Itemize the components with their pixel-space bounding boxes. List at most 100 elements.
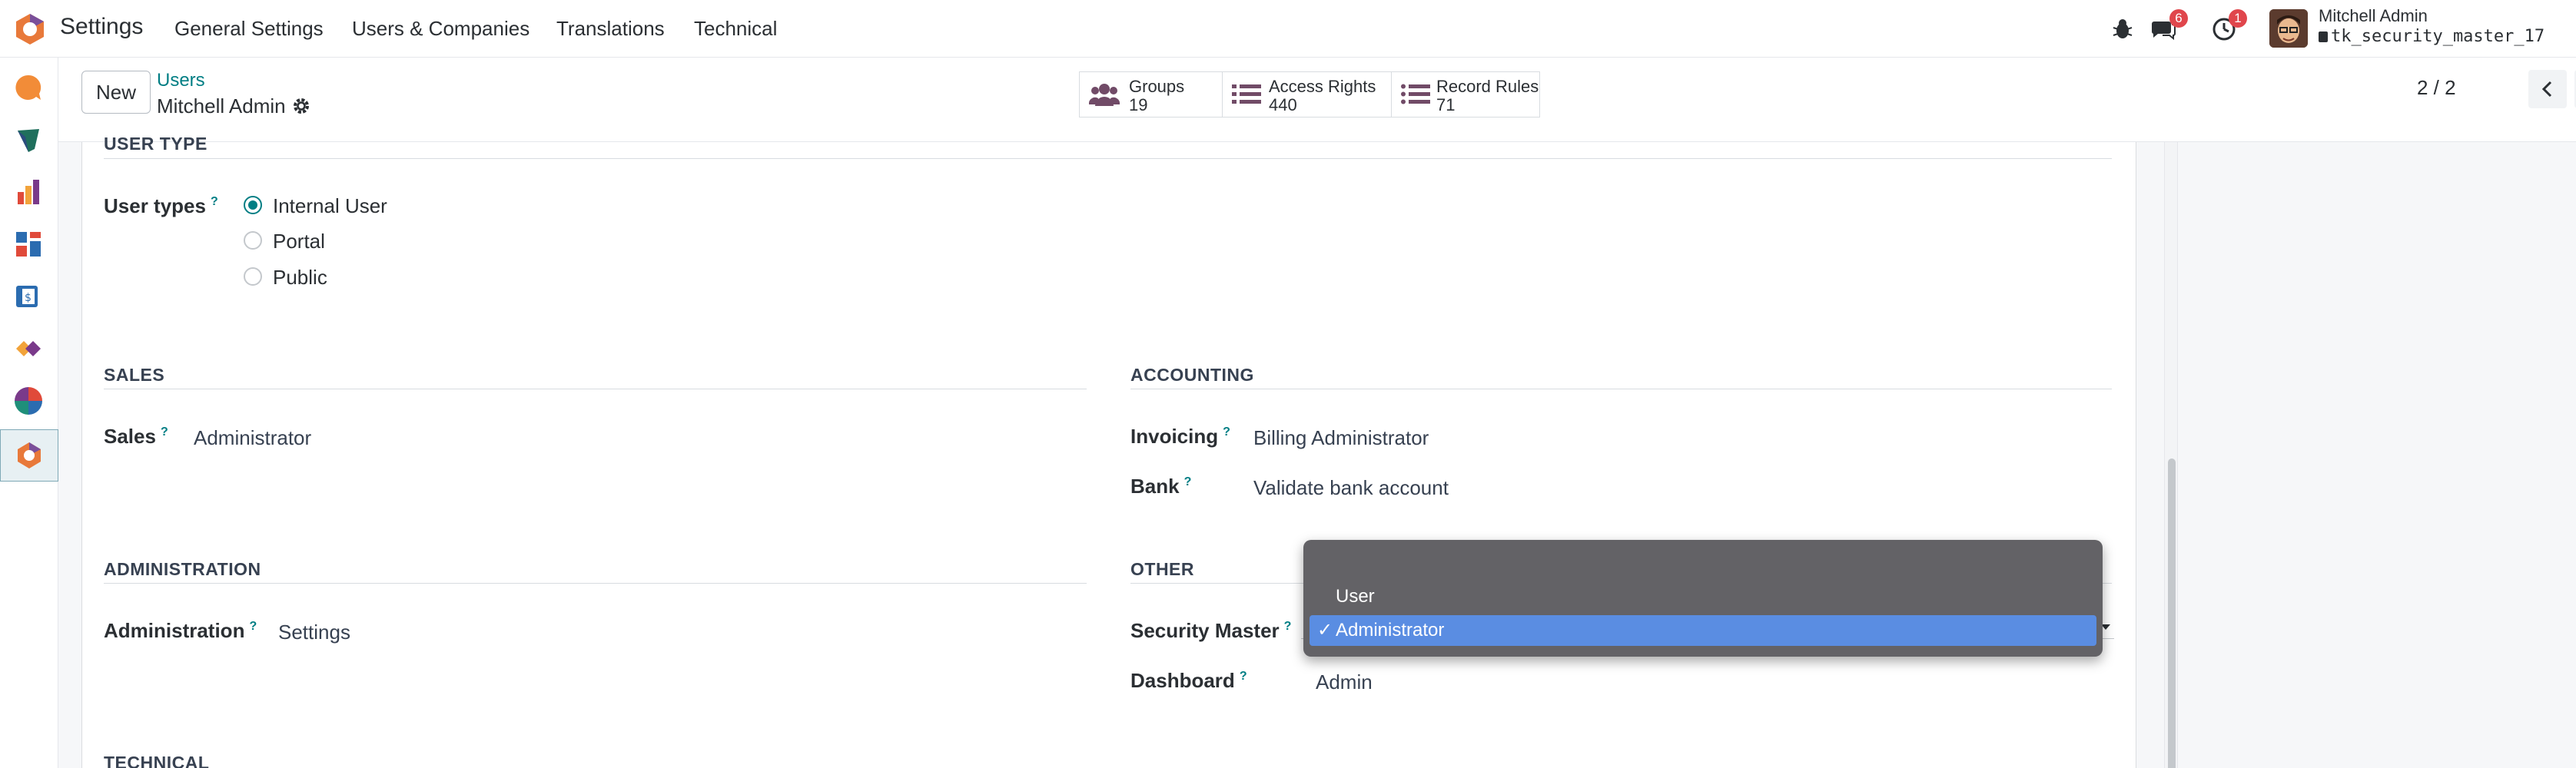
help-tooltip-icon[interactable]: ?	[1284, 620, 1292, 633]
menu-technical[interactable]: Technical	[694, 17, 777, 41]
dropdown-option-administrator[interactable]: ✓ Administrator	[1310, 615, 2096, 646]
invoicing-label: Invoicing?	[1130, 425, 1230, 449]
sales-label-text: Sales	[104, 425, 156, 448]
smart-button-record-rules[interactable]: Record Rules 71	[1392, 72, 1539, 117]
radio-public-label[interactable]: Public	[273, 266, 327, 290]
activities-count-badge: 1	[2229, 9, 2247, 28]
smart-buttons: Groups 19 Access Rights 440 Record Rules…	[1079, 71, 1540, 118]
rail-app-settings[interactable]	[0, 429, 58, 482]
radio-portal[interactable]	[244, 231, 262, 250]
messages-count-badge: 6	[2169, 9, 2188, 28]
spreadsheet-pie-app-icon	[15, 387, 42, 415]
user-types-label-text: User types	[104, 194, 206, 217]
security-master-label-text: Security Master	[1130, 619, 1280, 642]
smart-button-groups[interactable]: Groups 19	[1080, 72, 1223, 117]
chevron-left-icon	[2541, 81, 2552, 98]
form-sheet	[81, 142, 2136, 768]
help-tooltip-icon[interactable]: ?	[1240, 670, 1247, 683]
sales-chart-app-icon	[18, 180, 39, 204]
section-accounting: ACCOUNTING	[1130, 365, 1254, 385]
user-name[interactable]: Mitchell Admin	[2319, 6, 2428, 26]
record-name: Mitchell Admin	[157, 94, 286, 118]
app-title[interactable]: Settings	[60, 14, 143, 40]
crm-app-icon	[18, 129, 39, 152]
invoicing-value[interactable]: Billing Administrator	[1253, 426, 1429, 450]
radio-portal-label[interactable]: Portal	[273, 230, 325, 253]
section-administration: ADMINISTRATION	[104, 559, 261, 579]
smart-groups-count: 19	[1129, 95, 1148, 114]
rail-app-discuss[interactable]	[6, 65, 51, 110]
rail-app-spreadsheet[interactable]	[6, 379, 51, 423]
smart-record-rules-label: Record Rules	[1436, 77, 1539, 96]
new-button[interactable]: New	[81, 71, 151, 114]
list-rules-icon	[1401, 84, 1430, 104]
debug-bug-icon[interactable]	[2109, 15, 2136, 43]
menu-users-companies[interactable]: Users & Companies	[352, 17, 529, 41]
dashboard-value[interactable]: Admin	[1316, 670, 1373, 694]
radio-public[interactable]	[244, 267, 262, 286]
section-user-type: USER TYPE	[104, 134, 207, 154]
inventory-app-icon	[16, 341, 41, 356]
bank-label: Bank?	[1130, 475, 1191, 498]
pager-previous-button[interactable]	[2528, 70, 2567, 108]
breadcrumb-users[interactable]: Users	[157, 70, 205, 91]
app-logo-icon[interactable]	[12, 12, 48, 47]
administration-label-text: Administration	[104, 619, 245, 642]
smart-access-rights-count: 440	[1269, 95, 1297, 114]
bank-value[interactable]: Validate bank account	[1253, 476, 1449, 500]
help-tooltip-icon[interactable]: ?	[249, 620, 257, 633]
scrollbar-thumb[interactable]	[2168, 458, 2176, 768]
rail-app-inventory[interactable]	[6, 326, 51, 371]
sales-value[interactable]: Administrator	[194, 426, 311, 450]
rail-app-sales[interactable]	[6, 170, 51, 214]
radio-internal-user-label[interactable]: Internal User	[273, 194, 387, 218]
database-icon	[2319, 31, 2328, 42]
help-tooltip-icon[interactable]: ?	[211, 195, 218, 208]
user-avatar[interactable]	[2269, 9, 2308, 48]
section-sales: SALES	[104, 365, 165, 385]
dropdown-option-user[interactable]: User	[1310, 581, 2096, 612]
svg-text:$: $	[25, 292, 32, 304]
pager-value[interactable]: 2 / 2	[2417, 76, 2456, 100]
smart-groups-label: Groups	[1129, 77, 1185, 96]
sales-label: Sales?	[104, 425, 168, 449]
administration-value[interactable]: Settings	[278, 621, 350, 644]
security-master-label: Security Master?	[1130, 619, 1291, 643]
side-panel	[2179, 142, 2576, 768]
check-icon: ✓	[1317, 620, 1333, 641]
administration-label: Administration?	[104, 619, 257, 643]
help-tooltip-icon[interactable]: ?	[1223, 425, 1230, 439]
section-divider	[104, 158, 2112, 159]
database-name-text: tk_security_master_17	[2331, 27, 2545, 46]
dashboard-label-text: Dashboard	[1130, 669, 1235, 692]
menu-translations[interactable]: Translations	[556, 17, 665, 41]
rail-app-crm[interactable]	[6, 118, 51, 162]
discuss-app-icon	[15, 74, 41, 100]
dropdown-option-administrator-label: Administrator	[1336, 620, 1445, 641]
bank-label-text: Bank	[1130, 475, 1180, 498]
avatar-face-icon	[2269, 9, 2308, 48]
dashboard-label: Dashboard?	[1130, 669, 1247, 693]
security-master-dropdown: User ✓ Administrator	[1303, 540, 2103, 657]
settings-app-icon	[18, 442, 41, 468]
help-tooltip-icon[interactable]: ?	[161, 425, 168, 439]
dashboards-app-icon	[16, 232, 41, 257]
user-types-label: User types?	[104, 194, 218, 218]
section-technical: TECHNICAL	[104, 753, 210, 768]
invoicing-app-icon: $	[16, 286, 38, 307]
help-tooltip-icon[interactable]: ?	[1184, 475, 1192, 488]
rail-app-invoicing[interactable]: $	[6, 274, 51, 319]
smart-access-rights-label: Access Rights	[1269, 77, 1376, 96]
smart-button-access-rights[interactable]: Access Rights 440	[1223, 72, 1392, 117]
gear-icon[interactable]	[291, 96, 311, 116]
radio-internal-user[interactable]	[244, 196, 262, 214]
section-other: OTHER	[1130, 559, 1194, 579]
menu-general-settings[interactable]: General Settings	[174, 17, 324, 41]
control-panel: New Users Mitchell Admin Groups 19 Acces…	[58, 58, 2576, 142]
invoicing-label-text: Invoicing	[1130, 425, 1219, 448]
list-icon	[1232, 84, 1261, 104]
section-divider	[104, 583, 1087, 584]
smart-record-rules-count: 71	[1436, 95, 1456, 114]
users-group-icon	[1089, 84, 1120, 106]
rail-app-dashboards[interactable]	[6, 222, 51, 266]
